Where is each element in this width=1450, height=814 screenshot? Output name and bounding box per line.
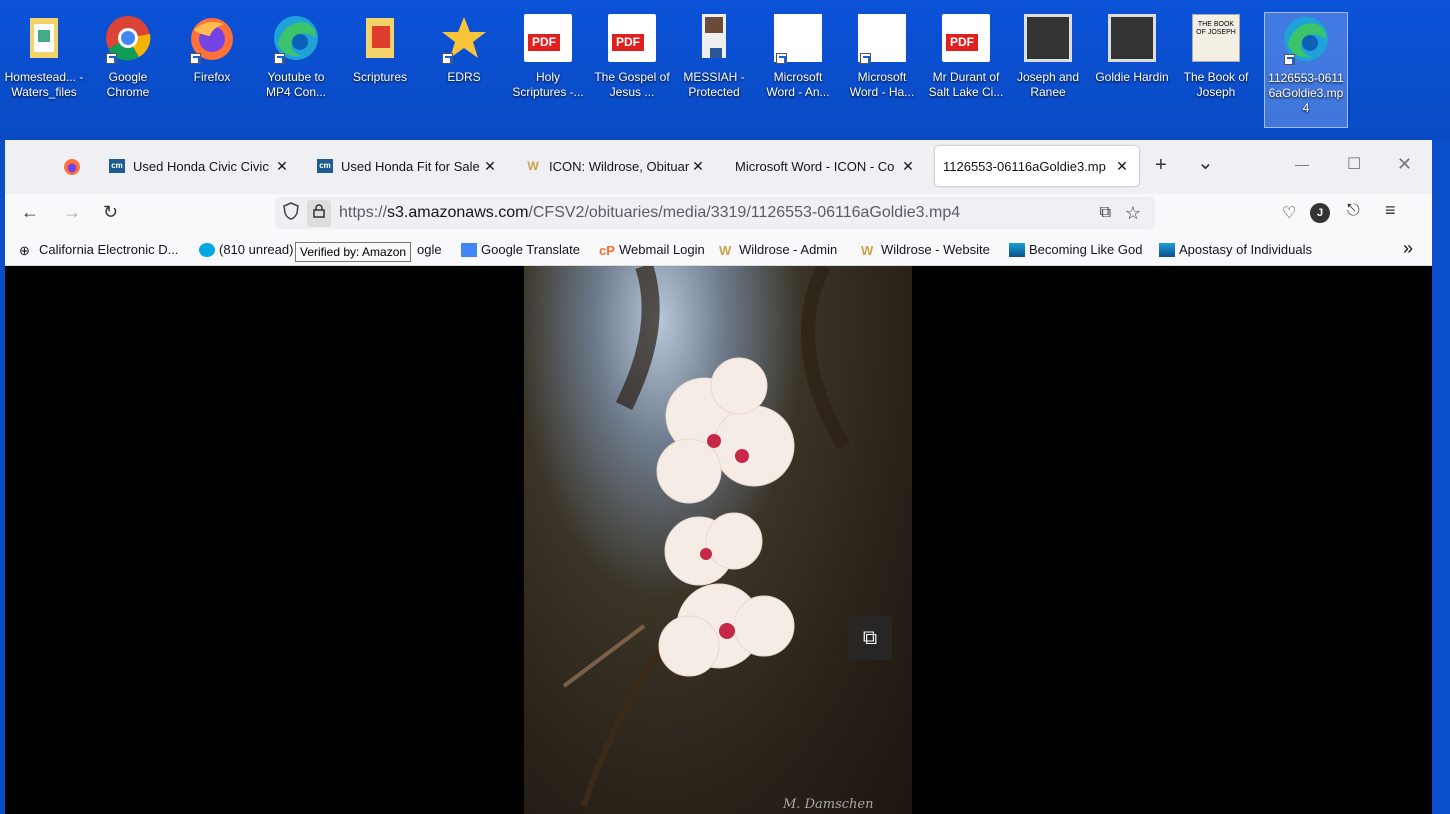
bookmark-wildrose-admin[interactable]: W Wildrose - Admin: [719, 242, 837, 258]
word-doc-icon: [690, 14, 738, 62]
bookmark-california[interactable]: ⊕ California Electronic D...: [19, 242, 178, 258]
bookmarks-overflow-icon[interactable]: »: [1403, 238, 1413, 259]
bookmark-becoming-like-god[interactable]: Becoming Like God: [1009, 242, 1142, 257]
video-player[interactable]: [524, 266, 912, 814]
bookmark-wildrose-website[interactable]: W Wildrose - Website: [861, 242, 990, 258]
pdf-icon: PDF: [524, 14, 572, 62]
photo-icon: [1024, 14, 1072, 62]
tab-close-icon[interactable]: ✕: [899, 158, 917, 175]
globe-icon: ⊕: [19, 242, 30, 258]
tab-bar: cm Used Honda Civic Civic ✕ cm Used Hond…: [5, 140, 1432, 194]
bookmark-att-mail[interactable]: (810 unread): [199, 242, 293, 257]
desktop-icon-firefox[interactable]: Firefox: [170, 12, 254, 85]
firefox-icon[interactable]: [63, 158, 81, 181]
wildrose-favicon-icon: W: [527, 159, 539, 173]
tab-honda-civic[interactable]: cm Used Honda Civic Civic ✕: [101, 146, 299, 186]
desktop-icon-word-an[interactable]: Microsoft Word - An...: [756, 12, 840, 100]
carsdotcom-favicon-icon: cm: [109, 159, 125, 173]
new-tab-button[interactable]: +: [1155, 154, 1167, 177]
desktop-icon-mr-durant[interactable]: PDF Mr Durant of Salt Lake Ci...: [924, 12, 1008, 100]
url-bar[interactable]: https://s3.amazonaws.com/CFSV2/obituarie…: [275, 197, 1155, 229]
folder-icon: [20, 14, 68, 62]
photo-watermark: M. Damschen: [783, 797, 874, 812]
desktop-icon-mp4-selected[interactable]: 1126553-06116aGoldie3.mp4: [1264, 12, 1348, 128]
desktop-edge: [1432, 140, 1450, 814]
desktop-icon-gospel[interactable]: PDF The Gospel of Jesus ...: [590, 12, 674, 100]
bookmarks-toolbar: ⊕ California Electronic D... (810 unread)…: [5, 234, 1432, 266]
firefox-window: cm Used Honda Civic Civic ✕ cm Used Hond…: [5, 140, 1432, 814]
folder-icon: [356, 14, 404, 62]
pdf-icon: PDF: [608, 14, 656, 62]
tab-honda-fit[interactable]: cm Used Honda Fit for Sale ✕: [309, 146, 507, 186]
doc-icon: [858, 14, 906, 64]
desktop-icon-homestead[interactable]: Homestead... - Waters_files: [2, 12, 86, 100]
almond-blossom-image: [562, 266, 851, 807]
app-menu-icon[interactable]: ≡: [1385, 200, 1396, 221]
desktop-icon-holy-scriptures[interactable]: PDF Holy Scriptures -...: [506, 12, 590, 100]
tab-microsoft-word[interactable]: Microsoft Word - ICON - Co ✕: [727, 146, 925, 186]
folder-image-icon: [1009, 242, 1025, 257]
tab-close-icon[interactable]: ✕: [689, 158, 707, 175]
desktop-icon-edrs[interactable]: EDRS: [422, 12, 506, 85]
back-button[interactable]: ←: [21, 202, 39, 223]
bookmark-star-icon[interactable]: ☆: [1125, 203, 1141, 224]
bookmark-google-translate[interactable]: Google Translate: [461, 242, 580, 257]
reload-button[interactable]: ↻: [103, 202, 118, 223]
picture-in-picture-toggle-icon[interactable]: ⧉: [848, 616, 892, 660]
maximize-button[interactable]: ☐: [1347, 154, 1361, 174]
tab-close-icon[interactable]: ✕: [273, 158, 291, 175]
firefox-icon: [188, 14, 236, 64]
forward-button[interactable]: →: [63, 202, 81, 223]
list-tabs-icon[interactable]: ⌄: [1197, 150, 1214, 175]
powerpoint-icon: THE BOOK OF JOSEPH: [1192, 14, 1240, 62]
desktop-icon-joseph-ranee[interactable]: Joseph and Ranee: [1006, 12, 1090, 100]
photo-icon: [1108, 14, 1156, 62]
google-translate-icon: [461, 242, 477, 257]
desktop-icon-book-of-joseph[interactable]: THE BOOK OF JOSEPH The Book of Joseph: [1174, 12, 1258, 100]
desktop-icon-word-ha[interactable]: Microsoft Word - Ha...: [840, 12, 924, 100]
wildrose-icon: W: [719, 242, 732, 258]
bookmark-google[interactable]: ogle: [417, 242, 442, 257]
tab-icon-wildrose[interactable]: W ICON: Wildrose, Obituar ✕: [517, 146, 715, 186]
tab-close-icon[interactable]: ✕: [481, 158, 499, 175]
close-window-button[interactable]: ✕: [1397, 154, 1412, 175]
edge-icon: [1282, 15, 1330, 65]
desktop-icon-chrome[interactable]: Google Chrome: [86, 12, 170, 100]
doc-icon: [774, 14, 822, 64]
desktop: Homestead... - Waters_files Google Chrom…: [0, 0, 1450, 140]
bookmark-webmail[interactable]: cP Webmail Login: [599, 242, 705, 258]
video-viewer: ⧉ M. Damschen: [5, 266, 1432, 814]
tracking-shield-icon[interactable]: [283, 201, 299, 225]
minimize-button[interactable]: —: [1295, 156, 1309, 172]
account-avatar[interactable]: J: [1310, 203, 1330, 223]
desktop-icon-youtube-mp4[interactable]: Youtube to MP4 Con...: [254, 12, 338, 100]
bookmark-apostasy[interactable]: Apostasy of Individuals: [1159, 242, 1312, 257]
att-icon: [199, 242, 215, 257]
cpanel-icon: cP: [599, 242, 615, 258]
desktop-icon-goldie-hardin[interactable]: Goldie Hardin: [1090, 12, 1174, 85]
identity-tooltip: Verified by: Amazon: [295, 242, 412, 262]
desktop-icon-messiah[interactable]: MESSIAH - Protected: [672, 12, 756, 100]
extensions-icon[interactable]: ⎋: [1347, 202, 1360, 220]
pdf-icon: PDF: [942, 14, 990, 62]
desktop-icon-scriptures[interactable]: Scriptures: [338, 12, 422, 85]
carsdotcom-favicon-icon: cm: [317, 159, 333, 173]
tab-close-icon[interactable]: ✕: [1113, 158, 1131, 175]
edge-icon: [272, 14, 320, 64]
picture-in-picture-icon[interactable]: ⧉: [1100, 204, 1111, 222]
lock-icon[interactable]: [307, 199, 331, 227]
folder-image-icon: [1159, 242, 1175, 257]
chrome-icon: [104, 14, 152, 64]
pocket-icon[interactable]: ♡: [1282, 203, 1296, 223]
navigation-toolbar: ← → ↻ https://s3.amazonaws.com/CFSV2/obi…: [5, 194, 1432, 234]
star-icon: [440, 14, 488, 64]
wildrose-icon: W: [861, 242, 874, 258]
tab-active-video[interactable]: 1126553-06116aGoldie3.mp ✕: [935, 146, 1139, 186]
